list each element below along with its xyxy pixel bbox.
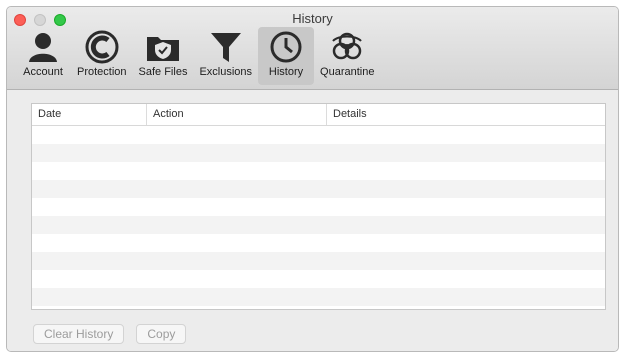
window-title: History (292, 11, 333, 26)
tab-label: History (268, 66, 304, 78)
tab-quarantine[interactable]: Quarantine (314, 27, 380, 85)
copy-button[interactable]: Copy (136, 324, 187, 344)
table-row (32, 144, 605, 162)
tab-label: Protection (77, 66, 127, 78)
table-row (32, 126, 605, 144)
table-row (32, 216, 605, 234)
tab-label: Exclusions (199, 66, 253, 78)
table-row (32, 234, 605, 252)
filter-icon (204, 29, 248, 65)
tab-label: Safe Files (138, 66, 188, 78)
person-icon (21, 29, 65, 65)
toolbar: Account Protection Safe Files Exclusions… (15, 27, 380, 87)
history-panel: Date Action Details Clear History Copy (7, 91, 618, 351)
table-row (32, 162, 605, 180)
history-table[interactable]: Date Action Details (31, 103, 606, 310)
tab-safe-files[interactable]: Safe Files (133, 27, 194, 85)
shield-folder-icon (141, 29, 185, 65)
action-buttons: Clear History Copy (33, 324, 187, 344)
table-row (32, 180, 605, 198)
table-row (32, 288, 605, 306)
tab-account[interactable]: Account (15, 27, 71, 85)
clear-history-button[interactable]: Clear History (33, 324, 125, 344)
title-bar: History Account Protection Safe Files Ex… (7, 7, 618, 90)
table-row (32, 198, 605, 216)
tab-label: Quarantine (320, 66, 375, 78)
column-header-details[interactable]: Details (327, 104, 605, 125)
table-header: Date Action Details (32, 104, 605, 126)
tab-history[interactable]: History (258, 27, 315, 85)
column-header-date[interactable]: Date (32, 104, 147, 125)
table-row (32, 252, 605, 270)
tab-exclusions[interactable]: Exclusions (193, 27, 258, 85)
protection-icon (80, 29, 124, 65)
table-row (32, 270, 605, 288)
tab-label: Account (23, 66, 63, 78)
tab-protection[interactable]: Protection (71, 27, 133, 85)
app-window: History Account Protection Safe Files Ex… (6, 6, 619, 352)
column-header-action[interactable]: Action (147, 104, 327, 125)
biohazard-icon (325, 29, 369, 65)
clock-icon (264, 29, 308, 65)
